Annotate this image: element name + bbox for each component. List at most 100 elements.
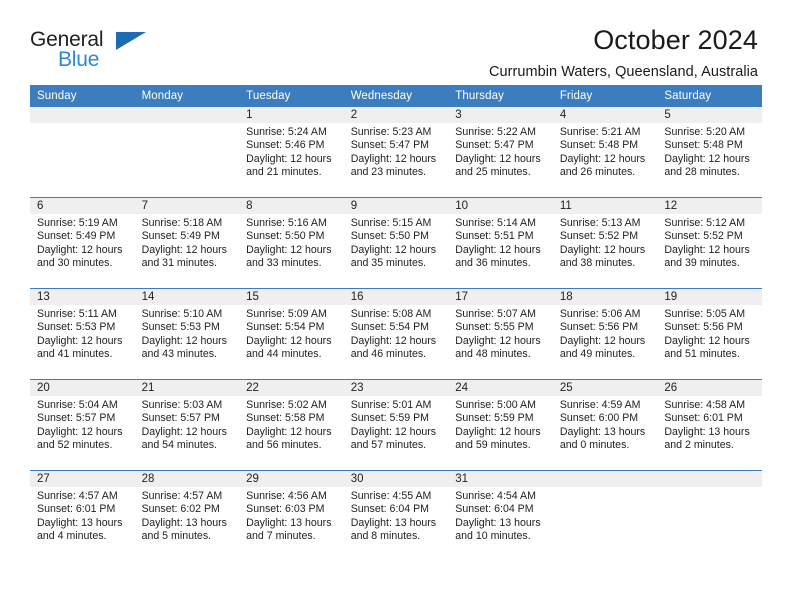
calendar-day-cell[interactable]: 20 Sunrise: 5:04 AM Sunset: 5:57 PM Dayligh… [30, 379, 135, 471]
calendar-day-cell[interactable]: 31 Sunrise: 4:54 AM Sunset: 6:04 PM Dayligh… [448, 471, 553, 562]
sunrise-text: Sunrise: 5:14 AM [455, 217, 536, 229]
calendar-day-cell[interactable]: 30 Sunrise: 4:55 AM Sunset: 6:04 PM Dayligh… [343, 471, 449, 562]
calendar-day-cell[interactable]: 6 Sunrise: 5:19 AM Sunset: 5:49 PM Daylight… [30, 197, 135, 289]
calendar-day-cell[interactable]: 4 Sunrise: 5:21 AM Sunset: 5:48 PM Daylight… [552, 107, 658, 198]
daylight-text-line1: Daylight: 12 hours [664, 243, 750, 256]
daylight-text-line1: Daylight: 12 hours [350, 243, 437, 256]
day-details: Sunrise: 4:58 AM Sunset: 6:01 PM Daylight:… [657, 396, 762, 453]
daylight-text-line2: and 26 minutes. [559, 166, 636, 179]
day-details: Sunrise: 5:09 AM Sunset: 5:54 PM Daylight:… [239, 305, 344, 362]
calendar-day-cell[interactable]: 12 Sunrise: 5:12 AM Sunset: 5:52 PM Dayligh… [657, 197, 762, 289]
daylight-text-line1: Daylight: 12 hours [350, 334, 437, 347]
sunset-text: Sunset: 5:57 PM [37, 412, 116, 425]
day-number: 31 [448, 471, 553, 487]
calendar-day-cell[interactable]: 1 Sunrise: 5:24 AM Sunset: 5:46 PM Daylight… [239, 107, 344, 198]
calendar-day-cell-empty [657, 471, 762, 562]
calendar-body: 1 Sunrise: 5:24 AM Sunset: 5:46 PM Daylight… [30, 107, 762, 561]
day-number: 12 [657, 198, 762, 214]
sunset-text: Sunset: 5:47 PM [455, 139, 534, 152]
day-number: 5 [657, 107, 762, 123]
day-details: Sunrise: 5:05 AM Sunset: 5:56 PM Daylight:… [657, 305, 762, 362]
day-cell-inner: 25 Sunrise: 4:59 AM Sunset: 6:00 PM Dayligh… [552, 380, 658, 470]
calendar-day-cell[interactable]: 28 Sunrise: 4:57 AM Sunset: 6:02 PM Dayligh… [134, 471, 240, 562]
calendar-day-cell[interactable]: 21 Sunrise: 5:03 AM Sunset: 5:57 PM Dayligh… [134, 379, 240, 471]
daylight-text-line2: and 0 minutes. [559, 439, 630, 452]
calendar-day-cell[interactable]: 11 Sunrise: 5:13 AM Sunset: 5:52 PM Dayligh… [552, 197, 658, 289]
sunset-text: Sunset: 5:52 PM [559, 230, 639, 243]
day-details: Sunrise: 5:13 AM Sunset: 5:52 PM Daylight:… [553, 214, 658, 271]
calendar-day-cell[interactable]: 22 Sunrise: 5:02 AM Sunset: 5:58 PM Dayligh… [239, 379, 344, 471]
sunrise-text: Sunrise: 5:03 AM [141, 399, 223, 411]
day-details: Sunrise: 5:02 AM Sunset: 5:58 PM Daylight:… [239, 396, 344, 453]
day-number: 10 [448, 198, 553, 214]
daylight-text-line1: Daylight: 13 hours [350, 516, 437, 529]
calendar-day-cell[interactable]: 15 Sunrise: 5:09 AM Sunset: 5:54 PM Dayligh… [239, 288, 344, 380]
calendar-day-cell[interactable]: 2 Sunrise: 5:23 AM Sunset: 5:47 PM Daylight… [343, 107, 449, 198]
daylight-text-line1: Daylight: 12 hours [141, 425, 227, 438]
calendar-day-cell[interactable]: 26 Sunrise: 4:58 AM Sunset: 6:01 PM Dayligh… [657, 379, 762, 471]
daylight-text-line1: Daylight: 12 hours [559, 152, 646, 165]
daylight-text-line2: and 49 minutes. [559, 348, 636, 361]
calendar-day-cell[interactable]: 23 Sunrise: 5:01 AM Sunset: 5:59 PM Dayligh… [343, 379, 449, 471]
calendar-day-cell[interactable]: 16 Sunrise: 5:08 AM Sunset: 5:54 PM Dayligh… [343, 288, 449, 380]
generalblue-logo[interactable]: General Blue [30, 26, 148, 74]
calendar-day-cell[interactable]: 27 Sunrise: 4:57 AM Sunset: 6:01 PM Dayligh… [30, 471, 135, 562]
daylight-text-line1: Daylight: 12 hours [350, 152, 437, 165]
sunset-text: Sunset: 5:59 PM [455, 412, 534, 425]
calendar-day-cell[interactable]: 8 Sunrise: 5:16 AM Sunset: 5:50 PM Daylight… [239, 197, 344, 289]
sunrise-text: Sunrise: 5:09 AM [246, 308, 327, 320]
day-cell-inner [657, 471, 762, 561]
calendar-day-cell[interactable]: 9 Sunrise: 5:15 AM Sunset: 5:50 PM Daylight… [343, 197, 449, 289]
day-number: 26 [657, 380, 762, 396]
calendar-day-cell[interactable]: 3 Sunrise: 5:22 AM Sunset: 5:47 PM Daylight… [448, 107, 553, 198]
day-cell-inner: 20 Sunrise: 5:04 AM Sunset: 5:57 PM Dayligh… [30, 380, 135, 470]
daylight-text-line2: and 41 minutes. [37, 348, 113, 361]
daylight-text-line2: and 5 minutes. [141, 530, 212, 543]
day-cell-inner: 8 Sunrise: 5:16 AM Sunset: 5:50 PM Daylight… [239, 198, 344, 288]
calendar-day-cell[interactable]: 17 Sunrise: 5:07 AM Sunset: 5:55 PM Dayligh… [448, 288, 553, 380]
daylight-text-line2: and 36 minutes. [455, 257, 531, 270]
day-details [657, 487, 762, 490]
calendar-day-cell[interactable]: 19 Sunrise: 5:05 AM Sunset: 5:56 PM Dayligh… [657, 288, 762, 380]
sunset-text: Sunset: 5:53 PM [141, 321, 220, 334]
day-details: Sunrise: 5:24 AM Sunset: 5:46 PM Daylight:… [239, 123, 344, 180]
calendar-table: Sunday Monday Tuesday Wednesday Thursday Frid… [30, 85, 762, 561]
sunrise-text: Sunrise: 5:16 AM [246, 217, 327, 229]
day-details: Sunrise: 4:57 AM Sunset: 6:02 PM Daylight:… [135, 487, 240, 544]
daylight-text-line2: and 28 minutes. [664, 166, 740, 179]
calendar-day-cell[interactable]: 24 Sunrise: 5:00 AM Sunset: 5:59 PM Dayligh… [448, 379, 553, 471]
weekday-header-sunday: Sunday [30, 85, 135, 107]
sunset-text: Sunset: 5:56 PM [664, 321, 743, 334]
calendar-day-cell[interactable]: 7 Sunrise: 5:18 AM Sunset: 5:49 PM Daylight… [134, 197, 240, 289]
weekday-header-monday: Monday [134, 85, 240, 107]
calendar-day-cell[interactable]: 29 Sunrise: 4:56 AM Sunset: 6:03 PM Dayligh… [239, 471, 344, 562]
sunset-text: Sunset: 6:01 PM [37, 503, 116, 516]
day-details: Sunrise: 5:18 AM Sunset: 5:49 PM Daylight:… [135, 214, 240, 271]
day-cell-inner [30, 107, 135, 197]
calendar-day-cell[interactable]: 10 Sunrise: 5:14 AM Sunset: 5:51 PM Dayligh… [448, 197, 553, 289]
calendar-day-cell[interactable]: 25 Sunrise: 4:59 AM Sunset: 6:00 PM Dayligh… [552, 379, 658, 471]
calendar-day-cell[interactable]: 5 Sunrise: 5:20 AM Sunset: 5:48 PM Daylight… [657, 107, 762, 198]
calendar-day-cell[interactable]: 18 Sunrise: 5:06 AM Sunset: 5:56 PM Dayligh… [552, 288, 658, 380]
sunset-text: Sunset: 5:57 PM [141, 412, 220, 425]
day-details: Sunrise: 4:56 AM Sunset: 6:03 PM Daylight:… [239, 487, 344, 544]
daylight-text-line1: Daylight: 12 hours [246, 334, 332, 347]
daylight-text-line1: Daylight: 12 hours [455, 152, 541, 165]
daylight-text-line2: and 8 minutes. [350, 530, 421, 543]
calendar-week-row: 6 Sunrise: 5:19 AM Sunset: 5:49 PM Daylight… [30, 197, 762, 289]
day-details: Sunrise: 5:04 AM Sunset: 5:57 PM Daylight:… [30, 396, 135, 453]
page-title: October 2024 [593, 25, 758, 55]
calendar-week-row: 1 Sunrise: 5:24 AM Sunset: 5:46 PM Daylight… [30, 107, 762, 198]
sunrise-text: Sunrise: 5:12 AM [664, 217, 746, 229]
daylight-text-line2: and 39 minutes. [664, 257, 740, 270]
day-details: Sunrise: 5:14 AM Sunset: 5:51 PM Daylight:… [448, 214, 553, 271]
day-details: Sunrise: 5:08 AM Sunset: 5:54 PM Daylight:… [344, 305, 449, 362]
day-details: Sunrise: 5:15 AM Sunset: 5:50 PM Daylight:… [344, 214, 449, 271]
day-number: 19 [657, 289, 762, 305]
calendar-day-cell[interactable]: 13 Sunrise: 5:11 AM Sunset: 5:53 PM Dayligh… [30, 288, 135, 380]
daylight-text-line2: and 25 minutes. [455, 166, 531, 179]
calendar-day-cell[interactable]: 14 Sunrise: 5:10 AM Sunset: 5:53 PM Dayligh… [134, 288, 240, 380]
daylight-text-line2: and 46 minutes. [350, 348, 427, 361]
day-cell-inner: 11 Sunrise: 5:13 AM Sunset: 5:52 PM Dayligh… [552, 198, 658, 288]
sunrise-text: Sunrise: 4:57 AM [141, 490, 223, 502]
